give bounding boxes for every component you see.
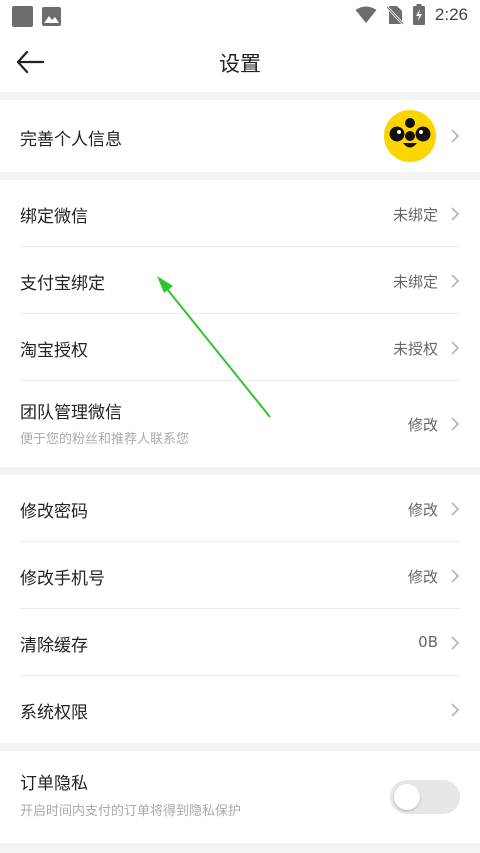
row-label: 支付宝绑定 [20,274,105,294]
bind-wechat-row[interactable]: 绑定微信 未绑定 [20,180,460,247]
avatar [384,110,436,162]
chevron-right-icon [451,569,460,583]
account-group: 修改密码 修改 修改手机号 修改 清除缓存 0B 系统权限 [0,475,480,743]
row-value: 未绑定 [392,206,438,224]
row-label: 淘宝授权 [20,341,88,361]
wifi-icon [355,6,377,23]
taobao-auth-row[interactable]: 淘宝授权 未授权 [20,314,460,381]
profile-row[interactable]: 完善个人信息 [20,100,460,172]
row-value: 修改 [407,501,438,519]
page-title: 设置 [219,52,261,76]
row-label: 清除缓存 [20,636,88,656]
privacy-group: 订单隐私 开启时间内支付的订单将得到隐私保护 [0,751,480,843]
chevron-right-icon [451,341,460,355]
status-time: 2:26 [434,4,468,24]
row-label: 订单隐私 [20,774,88,794]
order-privacy-toggle[interactable] [390,780,460,814]
battery-charging-icon [412,4,425,25]
row-subtitle: 便于您的粉丝和推荐人联系您 [20,432,190,447]
bind-alipay-row[interactable]: 支付宝绑定 未绑定 [20,247,460,314]
row-value: 修改 [407,568,438,586]
toggle-knob [394,784,420,810]
chevron-right-icon [451,502,460,516]
chevron-right-icon [451,417,460,431]
profile-label: 完善个人信息 [20,130,122,150]
image-icon [41,6,62,27]
row-label: 绑定微信 [20,207,88,227]
chevron-right-icon [451,207,460,221]
change-password-row[interactable]: 修改密码 修改 [20,475,460,542]
row-label: 团队管理微信 [20,403,122,423]
row-value: 未绑定 [392,273,438,291]
order-privacy-row: 订单隐私 开启时间内支付的订单将得到隐私保护 [20,751,460,843]
row-label: 系统权限 [20,703,88,723]
chevron-right-icon [451,274,460,288]
no-sim-icon [386,5,403,25]
row-value: 未授权 [392,340,438,358]
team-wechat-row[interactable]: 团队管理微信 便于您的粉丝和推荐人联系您 修改 [20,381,460,467]
profile-group: 完善个人信息 [0,100,480,172]
binding-group: 绑定微信 未绑定 支付宝绑定 未绑定 淘宝授权 未授权 团队管理微信 便于您的粉… [0,180,480,467]
chevron-right-icon [451,636,460,650]
system-permissions-row[interactable]: 系统权限 [20,676,460,743]
chevron-right-icon [451,703,460,717]
row-subtitle: 开启时间内支付的订单将得到隐私保护 [20,804,242,819]
nav-bar: 设置 [0,32,480,92]
notification-square-icon [12,6,33,27]
row-value: 修改 [407,416,438,434]
row-label: 修改密码 [20,502,88,522]
clear-cache-row[interactable]: 清除缓存 0B [20,609,460,676]
row-label: 修改手机号 [20,569,105,589]
row-value: 0B [418,633,438,651]
chevron-right-icon [451,129,460,143]
status-bar: 2:26 [0,0,480,32]
change-phone-row[interactable]: 修改手机号 修改 [20,542,460,609]
